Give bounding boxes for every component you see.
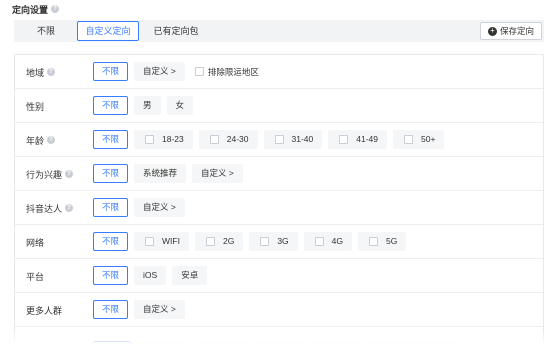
option-wifi[interactable]: WIFI (134, 232, 189, 251)
page-title: 定向设置 (12, 4, 49, 15)
option-custom[interactable]: 自定义 > (192, 164, 243, 183)
save-targeting-button[interactable]: + 保存定向 (480, 22, 542, 40)
row-douyin-creators: 抖音达人 ? 不限 自定义 > (15, 191, 543, 225)
row-label: 更多人群 (26, 305, 63, 316)
option-age-24-30[interactable]: 24-30 (198, 130, 258, 149)
checkbox-icon (194, 67, 204, 76)
row-behavior-interest: 行为兴趣 ? 不限 系统推荐 自定义 > (15, 157, 543, 191)
option-age-50-plus[interactable]: 50+ (393, 130, 445, 149)
option-2g[interactable]: 2G (194, 232, 244, 251)
option-android[interactable]: 安卓 (172, 266, 208, 285)
row-network: 网络 不限 WIFI 2G 3G 4G 5G (15, 225, 543, 259)
row-age: 年龄 ? 不限 18-23 24-30 31-40 41-49 50+ (15, 123, 543, 157)
checkbox-icon (339, 135, 349, 144)
option-unlimited[interactable]: 不限 (93, 198, 129, 217)
checkbox-icon (314, 237, 324, 246)
option-unlimited[interactable]: 不限 (93, 266, 129, 285)
tab-existing-package[interactable]: 已有定向包 (142, 20, 210, 42)
row-platform: 平台 不限 iOS 安卓 (15, 259, 543, 293)
help-icon[interactable]: ? (47, 68, 56, 76)
row-label: 抖音达人 ? (26, 191, 74, 225)
row-label: 年龄 ? (26, 123, 56, 157)
help-icon[interactable]: ? (47, 136, 56, 144)
targeting-mode-tabs: 不限 自定义定向 已有定向包 (14, 20, 544, 42)
option-unlimited[interactable]: 不限 (93, 96, 129, 115)
row-gender: 性别 不限 男 女 (15, 89, 543, 123)
section-header: 定向设置 ? (12, 2, 60, 16)
checkbox-icon (260, 237, 270, 246)
option-unlimited[interactable]: 不限 (93, 62, 129, 81)
option-ios[interactable]: iOS (134, 266, 167, 285)
row-region: 地域 ? 不限 自定义 > 排除限运地区 (15, 55, 543, 89)
option-age-41-49[interactable]: 41-49 (328, 130, 388, 149)
row-label: 行为兴趣 ? (26, 157, 74, 191)
row-label: 平台 (26, 271, 45, 282)
row-label: 性别 (26, 101, 45, 112)
option-system-recommend[interactable]: 系统推荐 (134, 164, 187, 183)
checkbox-icon (274, 135, 284, 144)
option-female[interactable]: 女 (166, 96, 194, 115)
help-icon[interactable]: ? (65, 170, 74, 178)
option-unlimited[interactable]: 不限 (93, 164, 129, 183)
save-targeting-label: 保存定向 (499, 26, 534, 36)
option-custom[interactable]: 自定义 > (134, 198, 185, 217)
checkbox-icon (145, 237, 155, 246)
option-custom[interactable]: 自定义 > (134, 62, 185, 81)
option-unlimited[interactable]: 不限 (93, 130, 129, 149)
checkbox-icon (404, 135, 414, 144)
option-4g[interactable]: 4G (303, 232, 352, 251)
option-age-18-23[interactable]: 18-23 (134, 130, 193, 149)
option-3g[interactable]: 3G (249, 232, 298, 251)
option-age-31-40[interactable]: 31-40 (263, 130, 323, 149)
row-label: 地域 ? (26, 55, 56, 89)
checkbox-icon (209, 135, 219, 144)
option-custom[interactable]: 自定义 > (134, 300, 185, 319)
targeting-panel: 地域 ? 不限 自定义 > 排除限运地区 性别 不限 男 女 年龄 ? 不限 1… (14, 54, 544, 348)
scroll-fade (0, 330, 556, 348)
help-icon[interactable]: ? (65, 204, 74, 212)
row-more-audiences: 更多人群 不限 自定义 > (15, 293, 543, 327)
option-male[interactable]: 男 (134, 96, 161, 115)
row-label: 网络 (26, 237, 45, 248)
checkbox-icon (145, 135, 155, 144)
option-unlimited[interactable]: 不限 (93, 232, 129, 251)
option-5g[interactable]: 5G (358, 232, 407, 251)
option-unlimited[interactable]: 不限 (93, 300, 129, 319)
checkbox-icon (205, 237, 215, 246)
checkbox-icon (369, 237, 378, 246)
plus-circle-icon: + (487, 26, 497, 36)
help-icon[interactable]: ? (51, 5, 60, 13)
tab-custom-targeting[interactable]: 自定义定向 (77, 21, 139, 41)
tab-unlimited[interactable]: 不限 (14, 20, 78, 42)
exclude-restricted-region-checkbox[interactable]: 排除限运地区 (194, 66, 259, 78)
